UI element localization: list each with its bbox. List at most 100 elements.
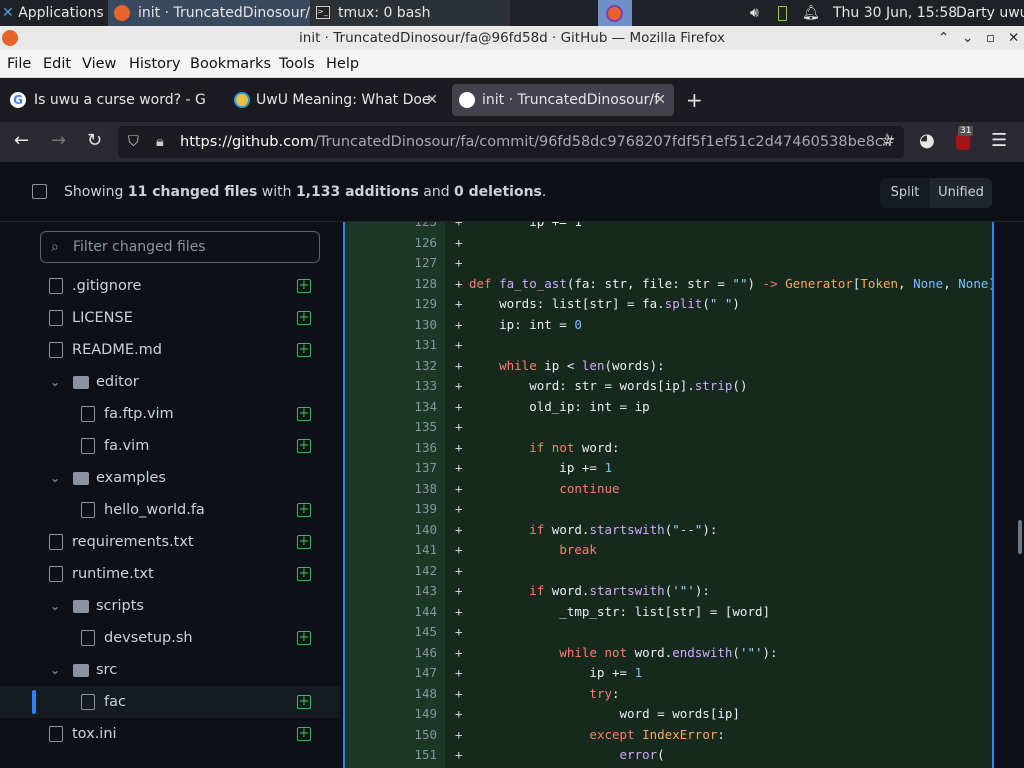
diff-line[interactable]: 132 + while ip < len(words): (345, 356, 992, 377)
diff-line[interactable]: 150 + except IndexError: (345, 725, 992, 746)
chevron-down-icon[interactable]: ⌄ (50, 462, 60, 494)
diff-line[interactable]: 136 + if not word: (345, 438, 992, 459)
line-number[interactable]: 135 (345, 417, 437, 438)
line-number[interactable]: 137 (345, 458, 437, 479)
clock[interactable]: Thu 30 Jun, 15:58 (833, 0, 957, 26)
tree-file[interactable]: + LICENSE (0, 302, 340, 334)
tab-uwu-meaning[interactable]: UwU Meaning: What Doe ✕ (226, 84, 446, 116)
taskbar-window-terminal[interactable]: >_ tmux: 0 bash (310, 0, 510, 26)
tree-folder[interactable]: ⌄ examples (0, 462, 340, 494)
diff-line[interactable]: 141 + break (345, 540, 992, 561)
diff-line[interactable]: 140 + if word.startswith("--"): (345, 520, 992, 541)
diff-line[interactable]: 129 + words: list[str] = fa.split(" ") (345, 294, 992, 315)
diff-line[interactable]: 138 + continue (345, 479, 992, 500)
chevron-down-icon[interactable]: ⌄ (50, 590, 60, 622)
tree-file[interactable]: + fa.vim (0, 430, 340, 462)
line-number[interactable]: 127 (345, 253, 437, 274)
applications-menu[interactable]: ✕ Applications ☰ (0, 0, 106, 26)
diff-line[interactable]: 126 + (345, 233, 992, 254)
filter-files-input[interactable]: ⌕ Filter changed files (40, 231, 320, 263)
line-number[interactable]: 141 (345, 540, 437, 561)
tab-close-icon[interactable]: ✕ (426, 84, 438, 116)
line-number[interactable]: 148 (345, 684, 437, 705)
line-number[interactable]: 151 (345, 745, 437, 766)
sidebar-toggle-icon[interactable] (32, 184, 47, 199)
diff-line[interactable]: 139 + (345, 499, 992, 520)
new-tab-icon[interactable]: + (686, 88, 703, 112)
line-number[interactable]: 150 (345, 725, 437, 746)
volume-icon[interactable]: 🔊︎ (750, 0, 759, 26)
line-number[interactable]: 131 (345, 335, 437, 356)
diff-line[interactable]: 143 + if word.startswith('"'): (345, 581, 992, 602)
tree-file[interactable]: + requirements.txt (0, 526, 340, 558)
tree-folder[interactable]: ⌄ src (0, 654, 340, 686)
reload-icon[interactable]: ↻ (87, 130, 102, 151)
line-number[interactable]: 128 (345, 274, 437, 295)
tree-file[interactable]: + README.md (0, 334, 340, 366)
line-number[interactable]: 146 (345, 643, 437, 664)
diff-line[interactable]: 135 + (345, 417, 992, 438)
line-number[interactable]: 125 (345, 222, 437, 233)
firefox-launcher[interactable] (598, 0, 632, 26)
line-number[interactable]: 144 (345, 602, 437, 623)
diff-line[interactable]: 133 + word: str = words[ip].strip() (345, 376, 992, 397)
chevron-down-icon[interactable]: ⌄ (50, 654, 60, 686)
taskbar-window-firefox[interactable]: init · TruncatedDinosour/... (108, 0, 310, 26)
line-number[interactable]: 134 (345, 397, 437, 418)
diff-line[interactable]: 137 + ip += 1 (345, 458, 992, 479)
diff-line[interactable]: 144 + _tmp_str: list[str] = [word] (345, 602, 992, 623)
user-name[interactable]: Darty uwu (956, 0, 1024, 26)
close-icon[interactable]: ✕ (1008, 26, 1019, 50)
tab-close-icon[interactable]: ✕ (654, 84, 666, 116)
line-number[interactable]: 136 (345, 438, 437, 459)
diff-line[interactable]: 130 + ip: int = 0 (345, 315, 992, 336)
restore-icon[interactable]: ▫ (986, 26, 995, 50)
menu-help[interactable]: Help (326, 50, 359, 78)
line-number[interactable]: 142 (345, 561, 437, 582)
split-button[interactable]: Split (880, 178, 930, 208)
diff-line[interactable]: 149 + word = words[ip] (345, 704, 992, 725)
menu-file[interactable]: File (7, 50, 31, 78)
line-number[interactable]: 147 (345, 663, 437, 684)
notification-bell-icon[interactable]: 🔔︎ (802, 0, 820, 26)
tab-github-commit[interactable]: init · TruncatedDinosour/f ✕ (452, 84, 674, 116)
page-scrollbar[interactable] (1018, 520, 1022, 554)
diff-line[interactable]: 127 + (345, 253, 992, 274)
diff-line[interactable]: 128 + def fa_to_ast(fa: str, file: str = "… (345, 274, 992, 295)
back-arrow-icon[interactable]: ← (14, 130, 29, 151)
diff-line[interactable]: 125 + ip += 1 (345, 222, 992, 233)
extension-ublock-icon[interactable] (956, 134, 970, 150)
diff-line[interactable]: 131 + (345, 335, 992, 356)
line-number[interactable]: 126 (345, 233, 437, 254)
diff-line[interactable]: 148 + try: (345, 684, 992, 705)
forward-arrow-icon[interactable]: → (51, 130, 66, 151)
chevron-down-icon[interactable]: ⌄ (50, 366, 60, 398)
hamburger-menu-icon[interactable]: ☰ (991, 130, 1007, 151)
tree-folder[interactable]: ⌄ editor (0, 366, 340, 398)
diff-line[interactable]: 151 + error( (345, 745, 992, 766)
tree-file[interactable]: + hello_world.fa (0, 494, 340, 526)
diff-line[interactable]: 142 + (345, 561, 992, 582)
tree-file[interactable]: + tox.ini (0, 718, 340, 750)
maximize-icon[interactable]: ⌃ (938, 26, 949, 50)
line-number[interactable]: 130 (345, 315, 437, 336)
tree-folder[interactable]: ⌄ scripts (0, 590, 340, 622)
diff-line[interactable]: 145 + (345, 622, 992, 643)
extension-icon[interactable]: ◕ (919, 130, 935, 151)
menu-view[interactable]: View (82, 50, 116, 78)
menu-bookmarks[interactable]: Bookmarks (190, 50, 271, 78)
menu-edit[interactable]: Edit (43, 50, 71, 78)
diff-line[interactable]: 134 + old_ip: int = ip (345, 397, 992, 418)
line-number[interactable]: 133 (345, 376, 437, 397)
tree-file[interactable]: + fa.ftp.vim (0, 398, 340, 430)
line-number[interactable]: 149 (345, 704, 437, 725)
tree-file[interactable]: + fac (0, 686, 340, 718)
line-number[interactable]: 129 (345, 294, 437, 315)
menu-history[interactable]: History (129, 50, 181, 78)
line-number[interactable]: 143 (345, 581, 437, 602)
line-number[interactable]: 140 (345, 520, 437, 541)
tree-file[interactable]: + runtime.txt (0, 558, 340, 590)
url-bar[interactable]: ⛉ 🔒︎ https://github.com/TruncatedDinosou… (118, 126, 904, 158)
line-number[interactable]: 138 (345, 479, 437, 500)
battery-icon[interactable] (778, 6, 787, 21)
